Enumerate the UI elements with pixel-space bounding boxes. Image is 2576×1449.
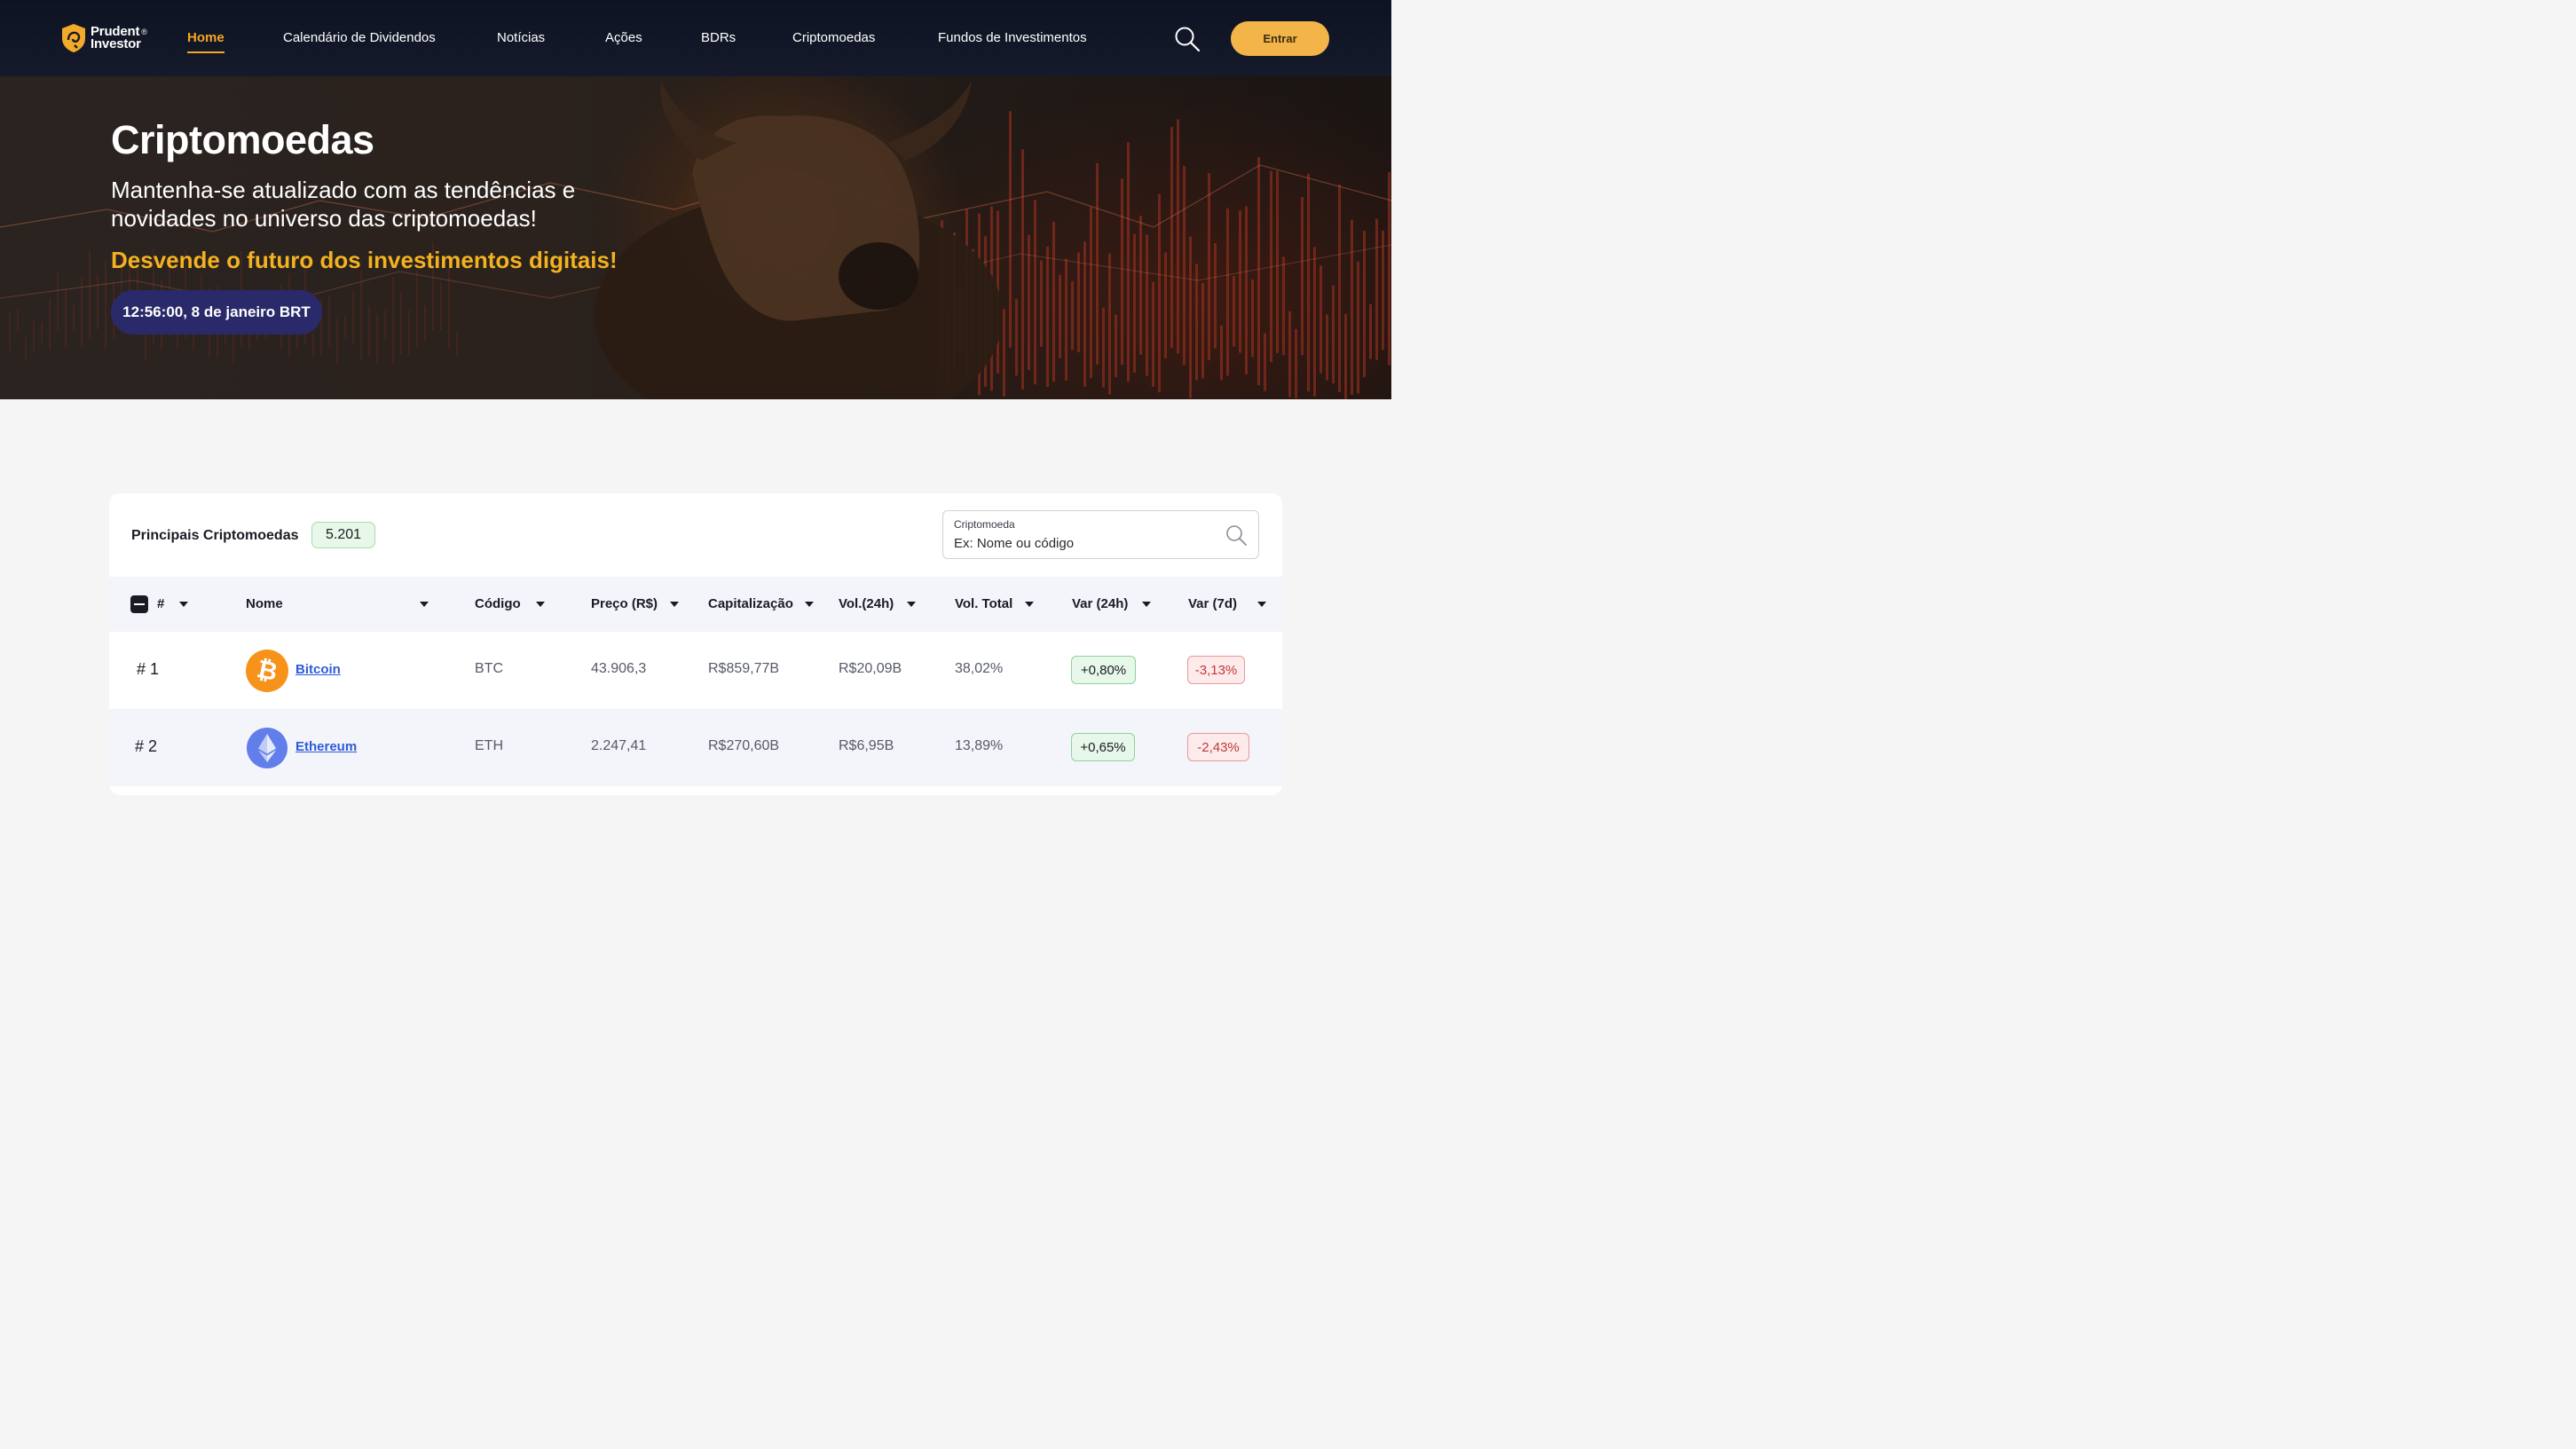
rank-cell: # 2 <box>135 737 158 755</box>
code-cell: ETH <box>475 738 503 753</box>
sort-caret-icon[interactable] <box>1257 602 1266 607</box>
sort-caret-icon[interactable] <box>670 602 679 607</box>
column-header-change-7d[interactable]: Var (7d) <box>1188 596 1237 611</box>
table-header: # Nome Código Preço (R$) Capitalização V… <box>109 577 1282 632</box>
column-header-volume-total[interactable]: Vol. Total <box>955 596 1012 611</box>
column-header-market-cap[interactable]: Capitalização <box>708 596 793 611</box>
nav-link-home[interactable]: Home <box>187 30 225 53</box>
nav-link-bdrs[interactable]: BDRs <box>701 30 736 45</box>
search-icon[interactable] <box>1225 524 1248 547</box>
select-all-checkbox[interactable] <box>130 595 148 613</box>
sort-caret-icon[interactable] <box>1025 602 1034 607</box>
volume-24h-cell: R$6,95B <box>839 738 894 753</box>
hero-subtitle: Mantenha-se atualizado com as tendências… <box>111 177 576 232</box>
page-title: Criptomoedas <box>111 117 374 162</box>
code-cell: BTC <box>475 661 503 676</box>
price-cell: 43.906,3 <box>591 661 647 676</box>
volume-total-cell: 38,02% <box>955 661 1004 676</box>
column-header-change-24h[interactable]: Var (24h) <box>1072 596 1128 611</box>
column-header-price[interactable]: Preço (R$) <box>591 596 658 611</box>
nav-link-crypto[interactable]: Criptomoedas <box>792 30 875 45</box>
column-header-rank[interactable]: # <box>157 596 164 611</box>
nav-link-investment-funds[interactable]: Fundos de Investimentos <box>938 30 1087 45</box>
count-badge: 5.201 <box>311 522 375 548</box>
crypto-table-card: Principais Criptomoedas 5.201 Criptomoed… <box>109 493 1282 795</box>
login-button[interactable]: Entrar <box>1231 21 1329 56</box>
table-title: Principais Criptomoedas <box>131 528 299 543</box>
change-7d-badge: -3,13% <box>1187 656 1245 684</box>
column-header-code[interactable]: Código <box>475 596 521 611</box>
sort-caret-icon[interactable] <box>907 602 916 607</box>
market-cap-cell: R$270,60B <box>708 738 780 753</box>
logo-text: Prudent ® Investor <box>91 24 147 51</box>
search-icon[interactable] <box>1173 25 1201 53</box>
hero-tagline: Desvende o futuro dos investimentos digi… <box>111 247 618 273</box>
hero-banner: Criptomoedas Mantenha-se atualizado com … <box>0 76 1391 399</box>
top-navigation: Prudent ® Investor Home Calendário de Div… <box>0 0 1391 76</box>
nav-link-news[interactable]: Notícias <box>497 30 545 45</box>
sort-caret-icon[interactable] <box>1142 602 1151 607</box>
column-header-name[interactable]: Nome <box>246 596 283 611</box>
change-24h-badge: +0,80% <box>1071 656 1136 684</box>
nav-link-dividend-calendar[interactable]: Calendário de Dividendos <box>283 30 436 45</box>
sort-caret-icon[interactable] <box>420 602 429 607</box>
search-label: Criptomoeda <box>954 518 1015 531</box>
bitcoin-icon: ₿ <box>246 650 288 692</box>
volume-total-cell: 13,89% <box>955 738 1004 753</box>
crypto-search-field[interactable]: Criptomoeda <box>942 510 1259 559</box>
sort-caret-icon[interactable] <box>179 602 188 607</box>
logo-mark-icon <box>62 24 85 52</box>
table-row[interactable]: # 1 ₿ Bitcoin BTC 43.906,3 R$859,77B R$2… <box>109 632 1282 709</box>
clock-badge: 12:56:00, 8 de janeiro BRT <box>111 290 322 335</box>
change-7d-badge: -2,43% <box>1187 733 1249 761</box>
logo-link[interactable]: Prudent ® Investor <box>60 21 147 55</box>
nav-link-stocks[interactable]: Ações <box>605 30 642 45</box>
rank-cell: # 1 <box>137 660 160 678</box>
coin-name-link[interactable]: Ethereum <box>295 739 357 754</box>
market-cap-cell: R$859,77B <box>708 661 780 676</box>
table-row[interactable]: # 2 Ethereum ETH 2.247,41 R$270,60B R$6,… <box>109 709 1282 786</box>
column-header-volume-24h[interactable]: Vol.(24h) <box>839 596 894 611</box>
coin-name-link[interactable]: Bitcoin <box>295 662 341 677</box>
ethereum-icon <box>247 728 288 768</box>
sort-caret-icon[interactable] <box>536 602 545 607</box>
sort-caret-icon[interactable] <box>805 602 814 607</box>
search-input[interactable] <box>954 534 1220 552</box>
volume-24h-cell: R$20,09B <box>839 661 902 676</box>
change-24h-badge: +0,65% <box>1071 733 1135 761</box>
price-cell: 2.247,41 <box>591 738 647 753</box>
